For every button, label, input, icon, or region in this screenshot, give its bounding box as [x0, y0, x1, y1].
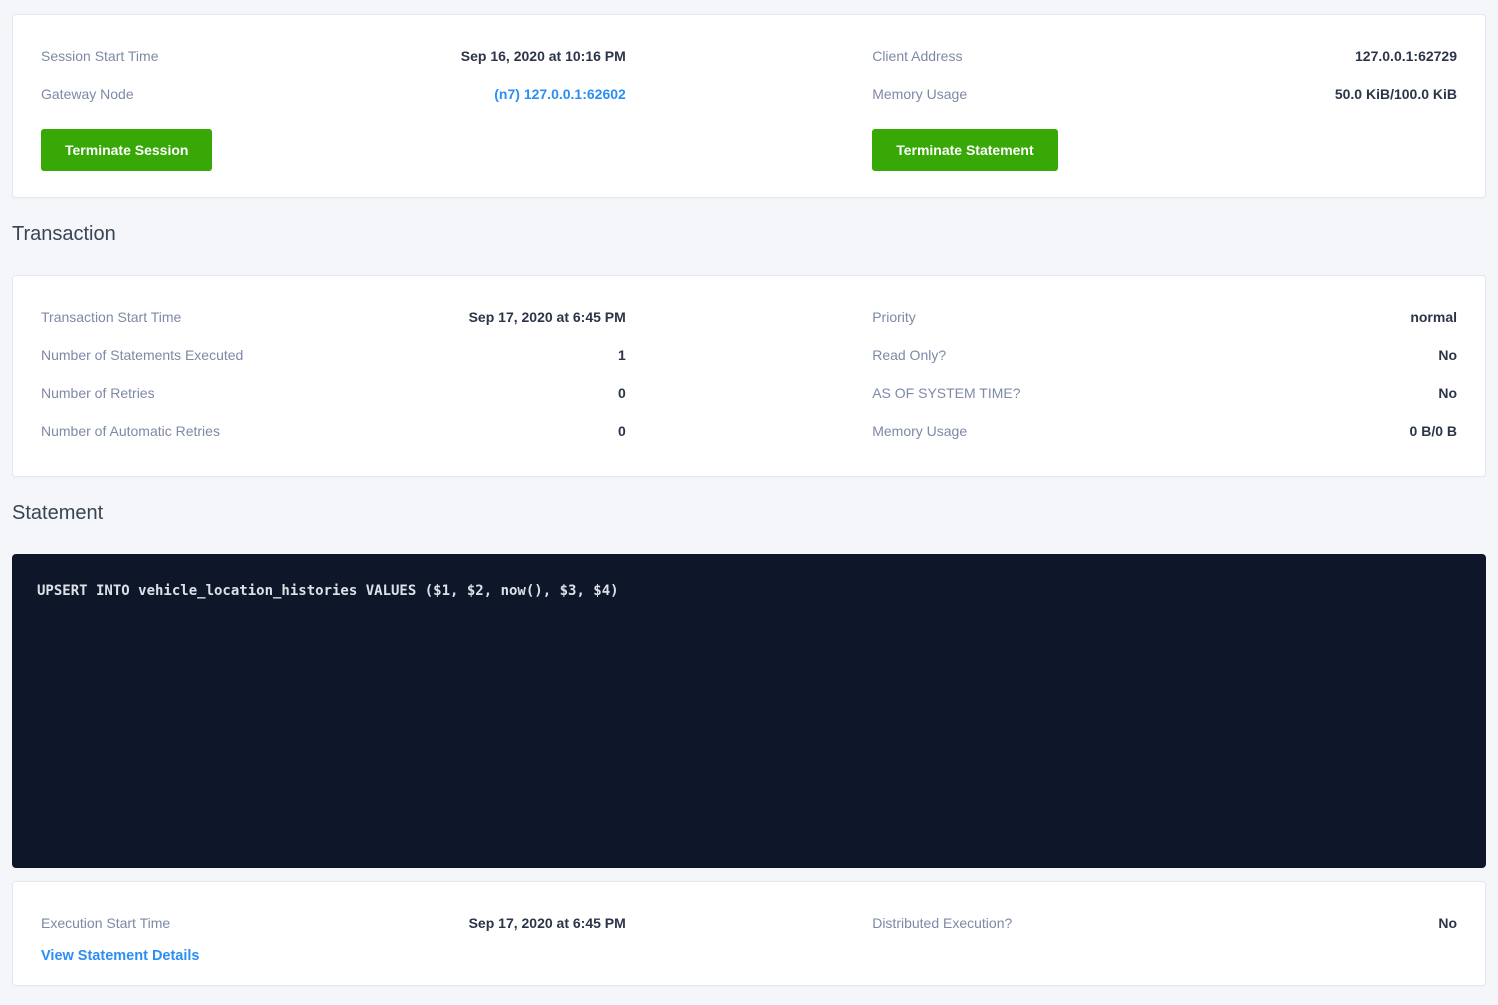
client-address-value: 127.0.0.1:62729: [1355, 48, 1457, 64]
terminate-statement-button[interactable]: Terminate Statement: [872, 129, 1057, 171]
priority-value: normal: [1410, 309, 1457, 325]
session-summary-left-column: Session Start Time Sep 16, 2020 at 10:16…: [41, 37, 626, 171]
read-only-label: Read Only?: [872, 347, 946, 363]
view-statement-details-link[interactable]: View Statement Details: [41, 948, 200, 964]
priority-row: Priority normal: [872, 298, 1457, 336]
transaction-start-time-value: Sep 17, 2020 at 6:45 PM: [469, 309, 626, 325]
session-start-time-label: Session Start Time: [41, 48, 159, 64]
session-summary-right-column: Client Address 127.0.0.1:62729 Memory Us…: [872, 37, 1457, 171]
transaction-start-time-label: Transaction Start Time: [41, 309, 181, 325]
statements-executed-value: 1: [618, 347, 626, 363]
gateway-node-row: Gateway Node (n7) 127.0.0.1:62602: [41, 75, 626, 113]
automatic-retries-label: Number of Automatic Retries: [41, 423, 220, 439]
session-start-time-row: Session Start Time Sep 16, 2020 at 10:16…: [41, 37, 626, 75]
execution-start-time-value: Sep 17, 2020 at 6:45 PM: [469, 915, 626, 931]
execution-right-column: Distributed Execution? No: [872, 904, 1457, 965]
automatic-retries-row: Number of Automatic Retries 0: [41, 412, 626, 450]
statement-section-heading: Statement: [12, 502, 1486, 525]
gateway-node-label: Gateway Node: [41, 86, 134, 102]
statements-executed-row: Number of Statements Executed 1: [41, 336, 626, 374]
execution-details-card: Execution Start Time Sep 17, 2020 at 6:4…: [12, 881, 1486, 986]
session-summary-card: Session Start Time Sep 16, 2020 at 10:16…: [12, 14, 1486, 198]
transaction-start-time-row: Transaction Start Time Sep 17, 2020 at 6…: [41, 298, 626, 336]
retries-label: Number of Retries: [41, 385, 155, 401]
distributed-execution-label: Distributed Execution?: [872, 915, 1012, 931]
client-address-label: Client Address: [872, 48, 962, 64]
statements-executed-label: Number of Statements Executed: [41, 347, 243, 363]
execution-start-time-row: Execution Start Time Sep 17, 2020 at 6:4…: [41, 904, 626, 942]
execution-start-time-label: Execution Start Time: [41, 915, 170, 931]
transaction-section-heading: Transaction: [12, 223, 1486, 246]
session-memory-usage-label: Memory Usage: [872, 86, 967, 102]
transaction-card: Transaction Start Time Sep 17, 2020 at 6…: [12, 275, 1486, 477]
transaction-memory-usage-label: Memory Usage: [872, 423, 967, 439]
as-of-system-time-value: No: [1438, 385, 1457, 401]
as-of-system-time-label: AS OF SYSTEM TIME?: [872, 385, 1020, 401]
statement-sql-box: UPSERT INTO vehicle_location_histories V…: [12, 554, 1486, 868]
session-details-page: Session Start Time Sep 16, 2020 at 10:16…: [0, 0, 1498, 996]
execution-left-column: Execution Start Time Sep 17, 2020 at 6:4…: [41, 904, 626, 965]
client-address-row: Client Address 127.0.0.1:62729: [872, 37, 1457, 75]
session-memory-usage-row: Memory Usage 50.0 KiB/100.0 KiB: [872, 75, 1457, 113]
transaction-right-column: Priority normal Read Only? No AS OF SYST…: [872, 298, 1457, 450]
retries-row: Number of Retries 0: [41, 374, 626, 412]
gateway-node-link[interactable]: (n7) 127.0.0.1:62602: [494, 86, 626, 102]
distributed-execution-value: No: [1438, 915, 1457, 931]
session-start-time-value: Sep 16, 2020 at 10:16 PM: [461, 48, 626, 64]
read-only-value: No: [1438, 347, 1457, 363]
session-memory-usage-value: 50.0 KiB/100.0 KiB: [1335, 86, 1457, 102]
distributed-execution-row: Distributed Execution? No: [872, 904, 1457, 942]
retries-value: 0: [618, 385, 626, 401]
transaction-memory-usage-row: Memory Usage 0 B/0 B: [872, 412, 1457, 450]
statement-sql-text: UPSERT INTO vehicle_location_histories V…: [37, 581, 1461, 601]
transaction-left-column: Transaction Start Time Sep 17, 2020 at 6…: [41, 298, 626, 450]
automatic-retries-value: 0: [618, 423, 626, 439]
transaction-memory-usage-value: 0 B/0 B: [1410, 423, 1457, 439]
terminate-session-button[interactable]: Terminate Session: [41, 129, 212, 171]
as-of-system-time-row: AS OF SYSTEM TIME? No: [872, 374, 1457, 412]
read-only-row: Read Only? No: [872, 336, 1457, 374]
priority-label: Priority: [872, 309, 916, 325]
